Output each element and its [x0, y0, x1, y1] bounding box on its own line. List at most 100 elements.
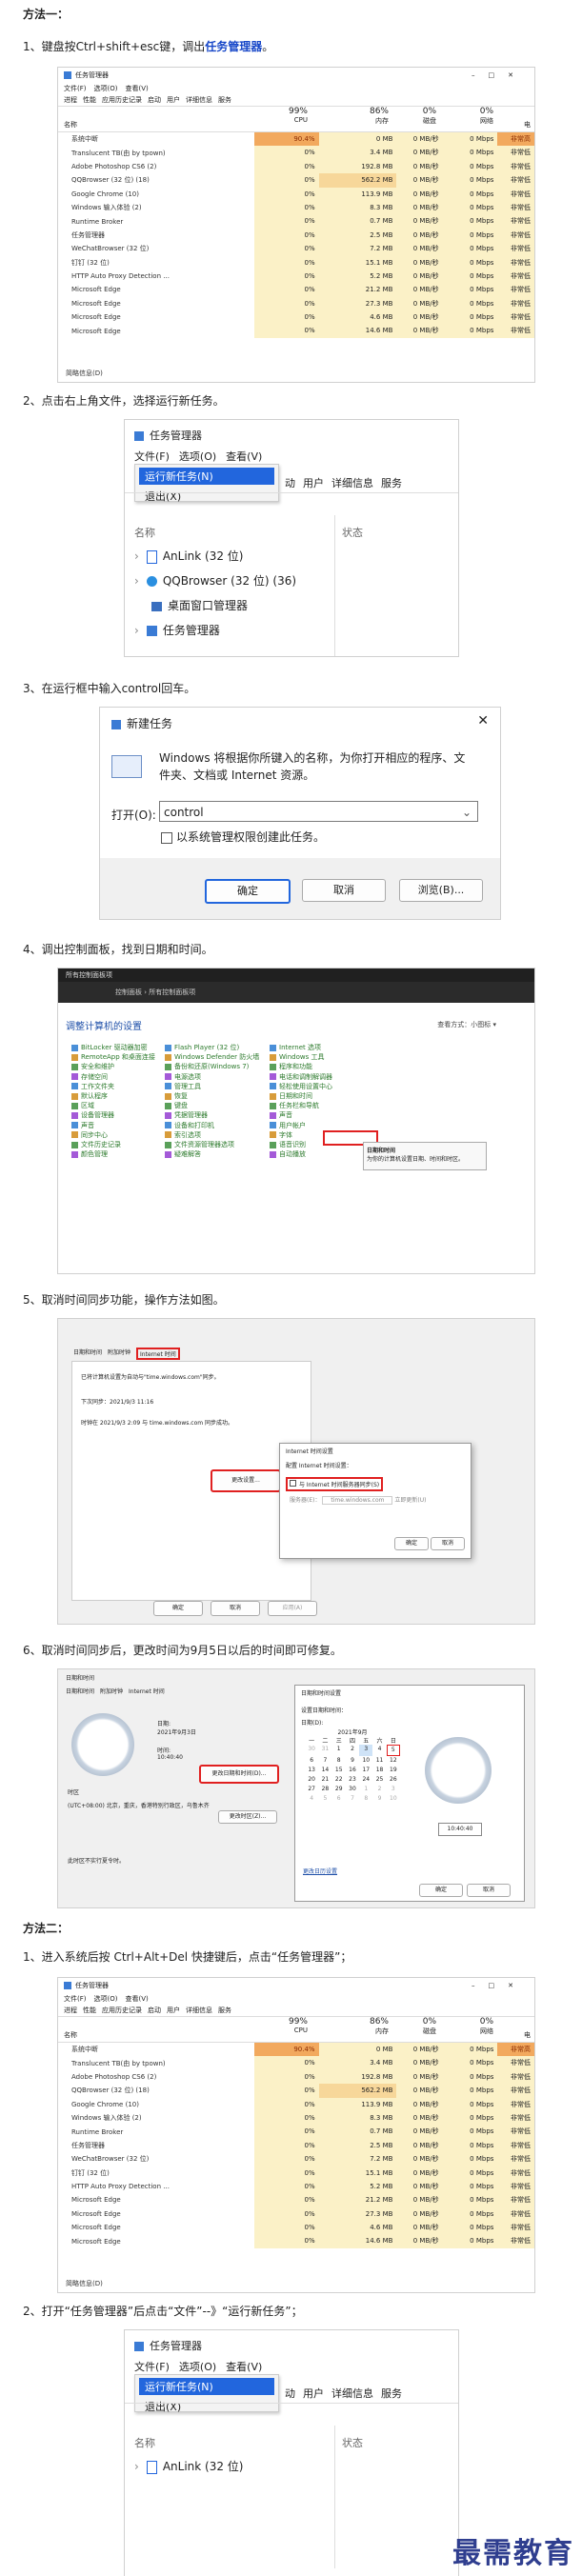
- table-row[interactable]: WeChatBrowser (32 位) 0% 7.2 MB 0 MB/秒 0 Mbps…: [58, 2152, 534, 2167]
- tab[interactable]: 用户: [167, 2006, 180, 2015]
- tab[interactable]: 用户: [167, 95, 180, 105]
- sub-cancel-button[interactable]: 取消: [467, 1884, 511, 1897]
- tab-services[interactable]: 服务: [381, 2386, 402, 2401]
- calendar-day[interactable]: 11: [372, 1756, 386, 1766]
- tab-date-time[interactable]: 日期和时间: [66, 1687, 94, 1695]
- change-timezone-button[interactable]: 更改时区(Z)...: [218, 1810, 277, 1824]
- tab[interactable]: 性能: [83, 95, 96, 105]
- cp-item[interactable]: Internet 选项: [270, 1043, 321, 1052]
- table-row[interactable]: HTTP Auto Proxy Detection ... 0% 5.2 MB 0 M…: [58, 2179, 534, 2194]
- change-settings-button[interactable]: 更改设置...: [211, 1469, 281, 1492]
- table-row[interactable]: 钉钉 (32 位) 0% 15.1 MB 0 MB/秒 0 Mbps 非常低: [58, 255, 534, 270]
- calendar-day[interactable]: 2: [372, 1785, 386, 1794]
- tab-startup[interactable]: 动: [285, 475, 295, 490]
- calendar-day[interactable]: 13: [305, 1766, 318, 1775]
- calendar-day[interactable]: 12: [387, 1756, 400, 1766]
- calendar-day[interactable]: 29: [332, 1785, 346, 1794]
- col-name[interactable]: 名称: [58, 107, 249, 131]
- tab-internet-time[interactable]: Internet 时间: [129, 1687, 165, 1695]
- cp-item[interactable]: 自动播放: [270, 1149, 306, 1159]
- tab[interactable]: 应用历史记录: [102, 95, 142, 105]
- table-row[interactable]: Windows 输入体验 (2) 0% 8.3 MB 0 MB/秒 0 Mbps 非常低: [58, 2110, 534, 2126]
- col-net[interactable]: 0% 网络: [444, 2017, 501, 2042]
- col-disk[interactable]: 0% 磁盘: [396, 2017, 444, 2042]
- cp-item[interactable]: 文件资源管理器选项: [165, 1140, 234, 1149]
- calendar-day[interactable]: 4: [305, 1794, 318, 1804]
- table-row[interactable]: 系统中断 90.4% 0 MB 0 MB/秒 0 Mbps 非常高: [58, 132, 534, 147]
- cp-item[interactable]: Windows 工具: [270, 1052, 324, 1062]
- fm-col-status[interactable]: 状态: [342, 525, 363, 540]
- calendar-day[interactable]: 10: [359, 1756, 372, 1766]
- table-row[interactable]: Windows 输入体验 (2) 0% 8.3 MB 0 MB/秒 0 Mbps 非常低: [58, 200, 534, 215]
- calendar-day[interactable]: 28: [318, 1785, 331, 1794]
- cp-item[interactable]: 工作文件夹: [71, 1082, 114, 1091]
- fm-item[interactable]: 桌面窗口管理器: [134, 597, 248, 613]
- table-row[interactable]: Microsoft Edge 0% 4.6 MB 0 MB/秒 0 Mbps 非常低: [58, 310, 534, 325]
- tab-extra-clocks[interactable]: 附加时钟: [108, 1348, 130, 1360]
- fm-item[interactable]: › AnLink (32 位): [134, 2458, 243, 2474]
- table-row[interactable]: Microsoft Edge 0% 4.6 MB 0 MB/秒 0 Mbps 非常低: [58, 2221, 534, 2235]
- col-power[interactable]: 电: [501, 107, 534, 131]
- menu-file[interactable]: 文件(F): [134, 449, 170, 464]
- table-row[interactable]: 钉钉 (32 位) 0% 15.1 MB 0 MB/秒 0 Mbps 非常低: [58, 2166, 534, 2180]
- table-row[interactable]: HTTP Auto Proxy Detection ... 0% 5.2 MB 0 M…: [58, 269, 534, 284]
- tab[interactable]: 进程: [64, 95, 77, 105]
- cp-item[interactable]: 同步中心: [71, 1130, 108, 1140]
- calendar-day[interactable]: 31: [318, 1745, 331, 1756]
- fm-col-name[interactable]: 名称: [134, 525, 155, 540]
- calendar-day[interactable]: 15: [332, 1766, 346, 1775]
- table-row[interactable]: Google Chrome (10) 0% 113.9 MB 0 MB/秒 0 Mbps…: [58, 187, 534, 201]
- tab[interactable]: 应用历史记录: [102, 2006, 142, 2015]
- menu-item[interactable]: 选项(O): [94, 84, 118, 93]
- table-row[interactable]: Microsoft Edge 0% 27.3 MB 0 MB/秒 0 Mbps 非常低: [58, 2207, 534, 2222]
- table-row[interactable]: Adobe Photoshop CS6 (2) 0% 192.8 MB 0 MB/秒 0…: [58, 159, 534, 174]
- time-input[interactable]: 10:40:40: [438, 1823, 482, 1836]
- cp-item[interactable]: 备份和还原(Windows 7): [165, 1062, 249, 1071]
- table-row[interactable]: 系统中断 90.4% 0 MB 0 MB/秒 0 Mbps 非常高: [58, 2043, 534, 2057]
- fm-item[interactable]: › QQBrowser (32 位) (36): [134, 572, 296, 589]
- cp-item[interactable]: Flash Player (32 位): [165, 1043, 239, 1052]
- cp-item[interactable]: 默认程序: [71, 1091, 108, 1101]
- calendar-day[interactable]: 17: [359, 1766, 372, 1775]
- calendar-day[interactable]: 10: [387, 1794, 400, 1804]
- close-icon[interactable]: ✕: [477, 713, 489, 729]
- cp-item[interactable]: 设备管理器: [71, 1110, 114, 1120]
- table-row[interactable]: WeChatBrowser (32 位) 0% 7.2 MB 0 MB/秒 0 Mbps…: [58, 242, 534, 256]
- calendar-day[interactable]: 30: [346, 1785, 359, 1794]
- table-row[interactable]: Translucent TB(由 by tpown) 0% 3.4 MB 0 MB/秒…: [58, 146, 534, 160]
- table-row[interactable]: 任务管理器 0% 2.5 MB 0 MB/秒 0 Mbps 非常低: [58, 228, 534, 243]
- cp-item[interactable]: 用户帐户: [270, 1121, 306, 1130]
- tab-startup[interactable]: 动: [285, 2386, 295, 2401]
- calendar-day[interactable]: 6: [305, 1756, 318, 1766]
- fm-col-status[interactable]: 状态: [342, 2435, 363, 2450]
- cp-item[interactable]: 安全和维护: [71, 1062, 114, 1071]
- menu-options[interactable]: 选项(O): [179, 2359, 216, 2374]
- cp-item[interactable]: 轻松使用设置中心: [270, 1082, 332, 1091]
- sync-checkbox[interactable]: 与 Internet 时间服务器同步(S): [286, 1477, 384, 1491]
- cp-item[interactable]: 日期和时间: [270, 1091, 312, 1101]
- menu-exit[interactable]: 退出(X): [135, 488, 278, 505]
- tab-internet-time[interactable]: Internet 时间: [136, 1348, 180, 1360]
- tab[interactable]: 性能: [83, 2006, 96, 2015]
- cp-item[interactable]: 区域: [71, 1101, 94, 1110]
- chevron-down-icon[interactable]: ⌄: [462, 802, 472, 823]
- calendar-day[interactable]: 23: [346, 1775, 359, 1785]
- calendar-day[interactable]: 27: [305, 1785, 318, 1794]
- cp-item[interactable]: 凭据管理器: [165, 1110, 208, 1120]
- calendar-day[interactable]: 20: [305, 1775, 318, 1785]
- table-row[interactable]: 任务管理器 0% 2.5 MB 0 MB/秒 0 Mbps 非常低: [58, 2138, 534, 2153]
- tab[interactable]: 服务: [218, 95, 231, 105]
- tab-details[interactable]: 详细信息: [331, 475, 373, 490]
- menu-item[interactable]: 选项(O): [94, 1994, 118, 2004]
- table-row[interactable]: Microsoft Edge 0% 21.2 MB 0 MB/秒 0 Mbps 非常低: [58, 2193, 534, 2207]
- calendar-day[interactable]: 14: [318, 1766, 331, 1775]
- cp-item[interactable]: 管理工具: [165, 1082, 201, 1091]
- calendar-day[interactable]: 5: [318, 1794, 331, 1804]
- calendar-day[interactable]: 7: [318, 1756, 331, 1766]
- sub-ok-button[interactable]: 确定: [419, 1884, 463, 1897]
- col-cpu[interactable]: 99% CPU: [249, 2017, 315, 2042]
- col-mem[interactable]: 86% 内存: [315, 107, 396, 131]
- taskmgr-footer[interactable]: 简略信息(D): [66, 369, 103, 378]
- menu-view[interactable]: 查看(V): [226, 2359, 262, 2374]
- ok-button[interactable]: 确定: [153, 1601, 203, 1616]
